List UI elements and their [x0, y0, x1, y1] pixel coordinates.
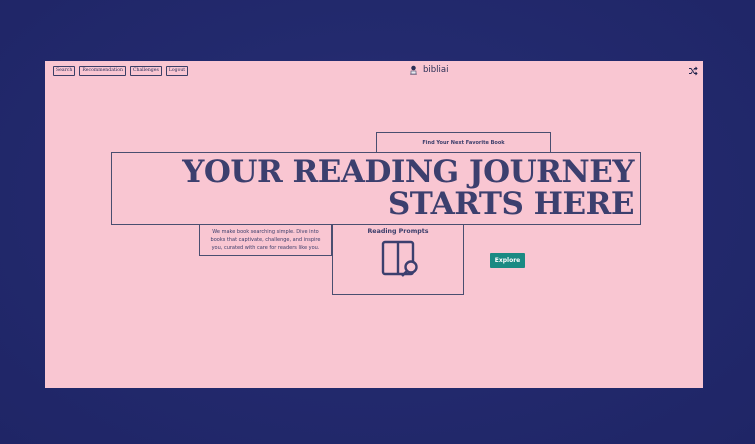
brand[interactable]: bibliai [409, 65, 448, 75]
reading-prompts-card[interactable]: Reading Prompts [332, 224, 464, 295]
reading-prompts-title: Reading Prompts [367, 228, 429, 235]
hero-heading-line-2: STARTS HERE [387, 186, 635, 222]
book-search-icon [381, 240, 418, 277]
top-nav: Search Recommendation Challenges Logout [53, 66, 189, 76]
explore-button[interactable]: Explore [490, 253, 525, 268]
app-panel: Search Recommendation Challenges Logout … [45, 61, 703, 388]
brand-name: bibliai [423, 65, 449, 75]
description-box: We make book searching simple. Dive into… [199, 224, 332, 256]
nav-search-button[interactable]: Search [53, 66, 76, 76]
hero-heading-line-1: YOUR READING JOURNEY [182, 154, 634, 190]
nav-recommendation-button[interactable]: Recommendation [79, 66, 126, 76]
nav-logout-button[interactable]: Logout [165, 66, 189, 76]
shuffle-icon[interactable] [688, 66, 698, 76]
tagline-box: Find Your Next Favorite Book [376, 132, 551, 153]
nav-challenges-button[interactable]: Challenges [129, 66, 162, 76]
hero-heading-box: YOUR READING JOURNEY STARTS HERE [111, 152, 641, 225]
reader-avatar-icon [410, 65, 417, 75]
